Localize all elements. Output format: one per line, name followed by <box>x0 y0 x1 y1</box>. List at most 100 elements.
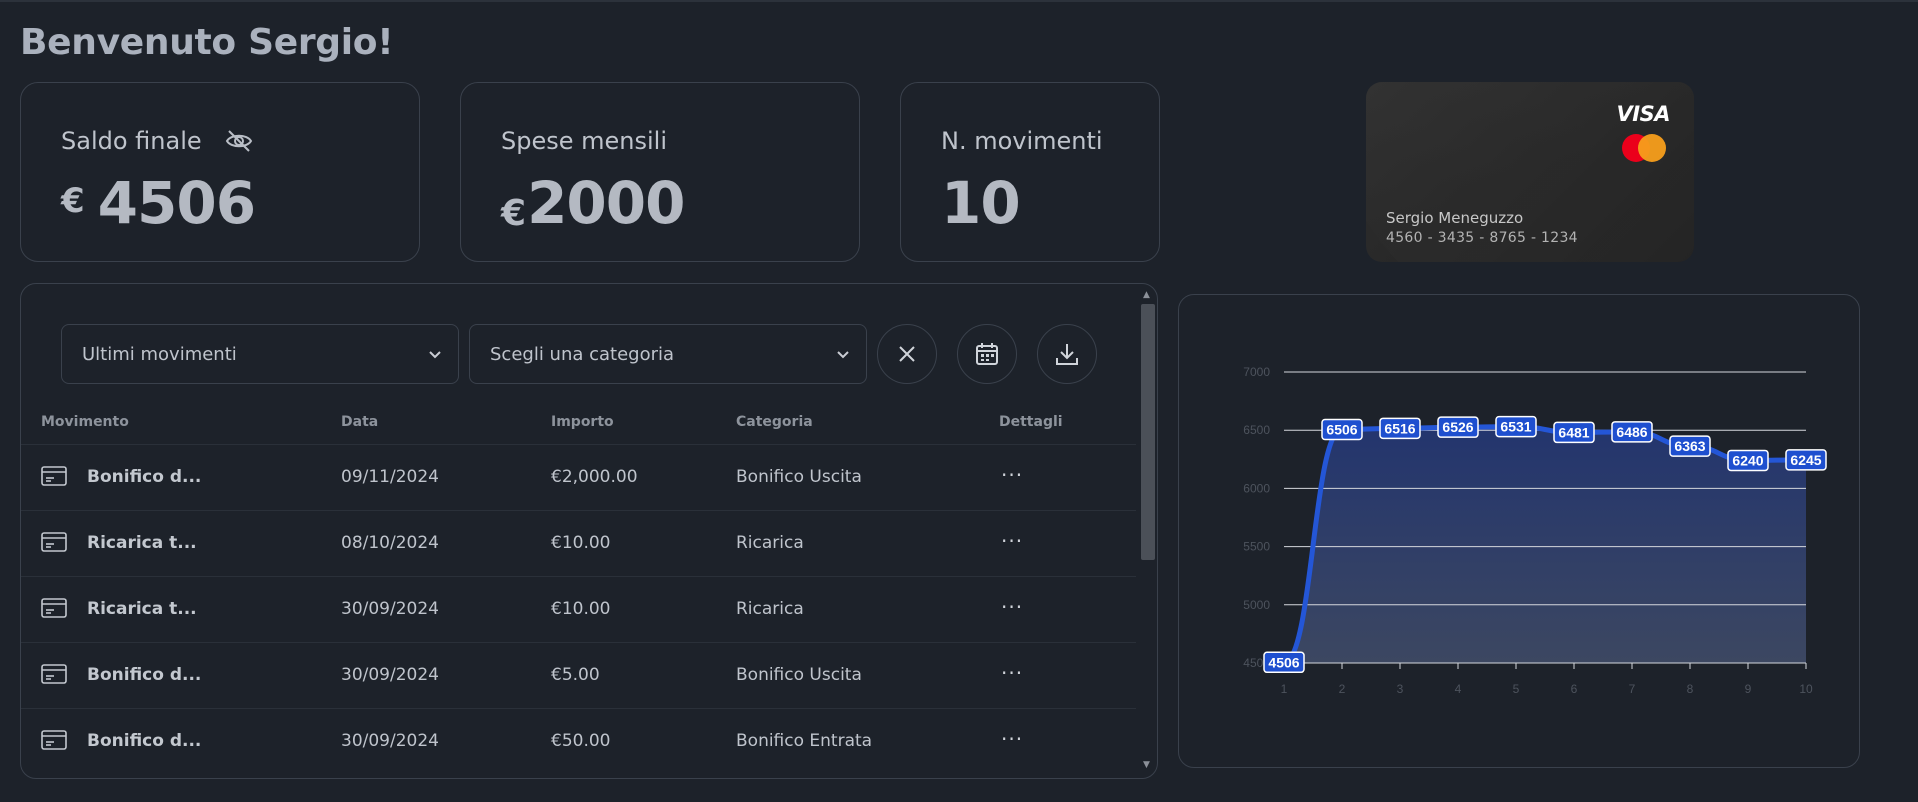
data-label: 6526 <box>1442 419 1473 435</box>
data-label: 6516 <box>1384 420 1415 436</box>
data-label: 6240 <box>1732 452 1763 468</box>
column-header-movimento[interactable]: Movimento <box>41 414 129 430</box>
movement-name: Bonifico d... <box>87 467 202 487</box>
visa-logo: VISA <box>1616 102 1671 126</box>
scrollbar-thumb[interactable] <box>1141 304 1155 560</box>
movement-category: Bonifico Uscita <box>736 467 862 487</box>
more-details-icon[interactable]: ··· <box>1001 463 1023 487</box>
chevron-down-icon <box>837 351 849 359</box>
balance-chart: 4500500055006000650070001 2 3 4 5 6 7 8 9 1045066… <box>1243 365 1827 696</box>
y-tick-label: 6500 <box>1243 423 1270 437</box>
clear-filters-button[interactable] <box>877 324 937 384</box>
x-tick-label: 5 <box>1513 682 1520 696</box>
monthly-spending-card: Spese mensili € 2000 <box>460 82 860 262</box>
movement-category: Ricarica <box>736 599 804 619</box>
table-row[interactable]: Bonifico d... 30/09/2024 €5.00 Bonifico Usc… <box>21 642 1136 708</box>
credit-card-icon <box>41 730 67 750</box>
mastercard-logo-icon-right <box>1638 134 1666 162</box>
monthly-spending-label: Spese mensili <box>501 127 667 155</box>
x-tick-label: 10 <box>1799 682 1813 696</box>
column-header-categoria[interactable]: Categoria <box>736 414 813 430</box>
data-label: 6531 <box>1500 419 1531 435</box>
x-tick-label: 2 <box>1339 682 1346 696</box>
download-icon <box>1056 344 1078 365</box>
page-title: Benvenuto Sergio! <box>20 22 394 63</box>
y-tick-label: 5500 <box>1243 540 1270 554</box>
balance-chart-panel: 4500 5000 5500 6000 6500 7000 1 2 3 4 5 6 7 8 9 10 4506 6… <box>1178 294 1860 768</box>
period-select[interactable]: Ultimi movimenti <box>61 324 459 384</box>
balance-value: 4506 <box>97 169 256 237</box>
close-icon <box>899 346 915 362</box>
card-number: 4560 - 3435 - 8765 - 1234 <box>1386 230 1578 246</box>
category-select[interactable]: Scegli una categoria <box>469 324 867 384</box>
eye-off-icon[interactable] <box>224 128 254 154</box>
download-button[interactable] <box>1037 324 1097 384</box>
balance-currency: € <box>61 181 85 221</box>
data-label: 4506 <box>1268 654 1299 670</box>
movements-count-card: N. movimenti 10 <box>900 82 1160 262</box>
scroll-up-arrow-icon[interactable]: ▲ <box>1143 290 1150 300</box>
movement-name: Ricarica t... <box>87 533 197 553</box>
movements-panel: Ultimi movimenti Scegli una categoria Mo… <box>20 283 1158 779</box>
more-details-icon[interactable]: ··· <box>1001 727 1023 751</box>
more-details-icon[interactable]: ··· <box>1001 529 1023 553</box>
movement-date: 30/09/2024 <box>341 665 439 685</box>
table-header: Movimento Data Importo Categoria Dettagl… <box>21 410 1136 444</box>
chevron-down-icon <box>429 351 441 359</box>
monthly-currency: € <box>501 193 526 234</box>
y-tick-label: 6000 <box>1243 481 1270 495</box>
table-row[interactable]: Bonifico d... 09/11/2024 €2,000.00 Bonifico… <box>21 444 1136 510</box>
balance-card: Saldo finale € 4506 <box>20 82 420 262</box>
monthly-spending-value: 2000 <box>527 169 685 237</box>
x-tick-label: 3 <box>1397 682 1404 696</box>
column-header-dettagli[interactable]: Dettagli <box>999 414 1063 430</box>
more-details-icon[interactable]: ··· <box>1001 661 1023 685</box>
movement-category: Ricarica <box>736 533 804 553</box>
category-select-value: Scegli una categoria <box>490 343 675 365</box>
movement-date: 30/09/2024 <box>341 599 439 619</box>
column-header-data[interactable]: Data <box>341 414 378 430</box>
card-holder-name: Sergio Meneguzzo <box>1386 209 1524 227</box>
movement-amount: €10.00 <box>551 599 611 619</box>
calendar-icon <box>976 343 998 365</box>
balance-label: Saldo finale <box>61 127 202 155</box>
top-border <box>0 0 1918 2</box>
movement-date: 30/09/2024 <box>341 731 439 751</box>
y-tick-label: 7000 <box>1243 365 1270 379</box>
period-select-value: Ultimi movimenti <box>82 343 237 365</box>
data-label: 6486 <box>1616 424 1647 440</box>
credit-card-icon <box>41 664 67 684</box>
more-details-icon[interactable]: ··· <box>1001 595 1023 619</box>
movements-count-value: 10 <box>941 169 1021 237</box>
date-filter-button[interactable] <box>957 324 1017 384</box>
scroll-down-arrow-icon[interactable]: ▼ <box>1143 760 1150 770</box>
movement-category: Bonifico Entrata <box>736 731 873 751</box>
movement-amount: €2,000.00 <box>551 467 638 487</box>
x-tick-label: 8 <box>1687 682 1694 696</box>
movement-name: Bonifico d... <box>87 665 202 685</box>
table-row[interactable]: Ricarica t... 08/10/2024 €10.00 Ricarica ··· <box>21 510 1136 576</box>
data-label: 6363 <box>1674 438 1705 454</box>
data-label: 6481 <box>1558 424 1589 440</box>
data-label: 6245 <box>1790 452 1821 468</box>
credit-card: VISA Sergio Meneguzzo 4560 - 3435 - 8765… <box>1366 82 1694 262</box>
credit-card-icon <box>41 532 67 552</box>
column-header-importo[interactable]: Importo <box>551 414 614 430</box>
y-tick-label: 5000 <box>1243 598 1270 612</box>
movement-date: 09/11/2024 <box>341 467 439 487</box>
movement-name: Ricarica t... <box>87 599 197 619</box>
x-tick-label: 1 <box>1281 682 1288 696</box>
movement-amount: €10.00 <box>551 533 611 553</box>
table-row[interactable]: Bonifico d... 30/09/2024 €50.00 Bonifico En… <box>21 708 1136 774</box>
x-tick-label: 9 <box>1745 682 1752 696</box>
data-label: 6506 <box>1326 422 1357 438</box>
movements-count-label: N. movimenti <box>941 127 1103 155</box>
movement-date: 08/10/2024 <box>341 533 439 553</box>
movement-amount: €5.00 <box>551 665 600 685</box>
credit-card-icon <box>41 466 67 486</box>
movement-name: Bonifico d... <box>87 731 202 751</box>
table-row[interactable]: Ricarica t... 30/09/2024 €10.00 Ricarica ··· <box>21 576 1136 642</box>
x-tick-label: 4 <box>1455 682 1462 696</box>
x-tick-label: 7 <box>1629 682 1636 696</box>
credit-card-icon <box>41 598 67 618</box>
